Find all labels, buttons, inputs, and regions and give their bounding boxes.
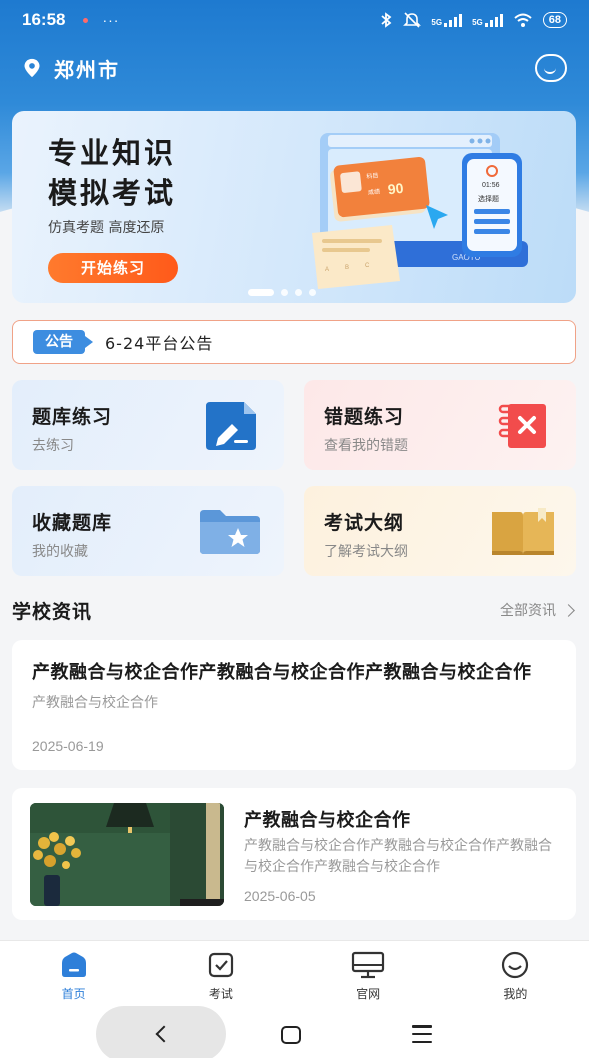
start-practice-button[interactable]: 开始练习 xyxy=(48,253,178,283)
chevron-right-icon xyxy=(562,603,575,617)
banner-subtitle: 仿真考题 高度还原 xyxy=(48,220,165,236)
all-news-link[interactable]: 全部资讯 xyxy=(500,600,575,620)
back-button[interactable] xyxy=(96,1006,226,1058)
signal-1: 5G xyxy=(431,13,463,27)
news-item[interactable]: 产教融合与校企合作产教融合与校企合作产教融合与校企合作 产教融合与校企合作 20… xyxy=(12,640,576,770)
chat-bubble-icon[interactable] xyxy=(535,54,567,82)
tab-label: 首页 xyxy=(61,987,86,1001)
banner-title-line2: 模拟考试 xyxy=(48,176,177,210)
status-more: ··· xyxy=(102,12,120,28)
tab-label: 官网 xyxy=(356,987,381,1001)
art-field-1: 科目 xyxy=(366,171,379,180)
status-time: 16:58 xyxy=(22,10,66,29)
city-name[interactable]: 郑州市 xyxy=(54,54,120,83)
top-bar: 郑州市 xyxy=(22,52,567,84)
school-news-title: 学校资讯 xyxy=(12,601,93,623)
open-book-icon xyxy=(492,508,554,555)
question-bank-card[interactable]: 题库练习 去练习 xyxy=(12,380,284,470)
menu-lines-icon[interactable] xyxy=(412,1025,432,1043)
tab-website[interactable]: 官网 xyxy=(295,941,442,1006)
signal-bars-1-icon xyxy=(444,13,463,27)
status-bar: 16:58 ··· 5G 5G 68 xyxy=(0,0,589,40)
art-tab: 选择题 xyxy=(478,194,499,203)
monitor-icon xyxy=(352,951,385,979)
news-thumbnail xyxy=(30,803,224,906)
news-date: 2025-06-05 xyxy=(244,888,316,904)
news-summary: 产教融合与校企合作 xyxy=(32,695,158,711)
art-score: 90 xyxy=(387,180,404,198)
news-summary: 产教融合与校企合作产教融合与校企合作产教融合与校企合作产教融合与校企合作 xyxy=(244,838,552,875)
bottom-tab-bar: 首页 考试 官网 我的 xyxy=(0,940,589,1006)
edit-document-icon xyxy=(206,402,256,450)
news-title: 产教融合与校企合作 xyxy=(244,810,411,831)
tab-exam[interactable]: 考试 xyxy=(147,941,294,1006)
news-date: 2025-06-19 xyxy=(32,738,104,754)
star-folder-icon xyxy=(200,510,260,554)
news-title: 产教融合与校企合作产教融合与校企合作产教融合与校企合作 xyxy=(32,662,532,683)
art-option-c: C xyxy=(365,263,370,269)
network-type-2: 5G xyxy=(472,18,483,27)
banner-dot-1[interactable] xyxy=(248,289,274,296)
mute-icon xyxy=(403,12,422,28)
promo-banner[interactable]: 专业知识 模拟考试 仿真考题 高度还原 开始练习 GAOTU 01:56 选择题… xyxy=(12,111,576,303)
system-nav-bar xyxy=(0,1006,589,1058)
signal-bars-2-icon xyxy=(484,13,503,27)
art-option-b: B xyxy=(345,265,349,271)
wrong-notebook-icon xyxy=(498,404,546,448)
tab-label: 我的 xyxy=(503,987,528,1001)
home-square-icon[interactable] xyxy=(281,1026,301,1044)
notification-dot-icon xyxy=(83,17,89,23)
tab-label: 考试 xyxy=(208,987,233,1001)
art-field-2: 成绩 xyxy=(368,187,381,196)
bluetooth-icon xyxy=(381,12,392,28)
network-type-1: 5G xyxy=(431,18,443,27)
art-time: 01:56 xyxy=(482,182,500,189)
banner-title: 专业知识 模拟考试 xyxy=(48,133,176,213)
wifi-icon xyxy=(514,13,532,27)
banner-pagination[interactable] xyxy=(248,289,316,296)
wrong-questions-card[interactable]: 错题练习 查看我的错题 xyxy=(304,380,576,470)
exam-illustration-icon: GAOTU 01:56 选择题 科目 成绩 90 A B C xyxy=(312,133,528,289)
tab-home[interactable]: 首页 xyxy=(0,941,147,1006)
notice-text[interactable]: 6-24平台公告 xyxy=(105,330,213,354)
exam-check-icon xyxy=(208,952,233,978)
signal-2: 5G xyxy=(472,13,503,27)
notice-bar[interactable]: 公告 6-24平台公告 xyxy=(12,320,576,364)
banner-dot-4[interactable] xyxy=(309,289,316,296)
all-news-label: 全部资讯 xyxy=(500,603,556,619)
back-arrow-icon xyxy=(155,1025,173,1043)
battery-level: 68 xyxy=(542,12,567,28)
favorites-card[interactable]: 收藏题库 我的收藏 xyxy=(12,486,284,576)
map-pin-icon[interactable] xyxy=(22,58,42,78)
smile-user-icon xyxy=(502,951,529,979)
news-item[interactable]: 产教融合与校企合作 产教融合与校企合作产教融合与校企合作产教融合与校企合作产教融… xyxy=(12,788,576,920)
notice-tag: 公告 xyxy=(33,330,93,354)
banner-dot-3[interactable] xyxy=(295,289,302,296)
tab-mine[interactable]: 我的 xyxy=(442,941,589,1006)
home-icon xyxy=(61,952,86,977)
banner-title-line1: 专业知识 xyxy=(48,136,177,170)
banner-dot-2[interactable] xyxy=(281,289,288,296)
status-indicators: 5G 5G 68 xyxy=(379,12,567,28)
exam-outline-card[interactable]: 考试大纲 了解考试大纲 xyxy=(304,486,576,576)
art-option-a: A xyxy=(325,267,329,273)
